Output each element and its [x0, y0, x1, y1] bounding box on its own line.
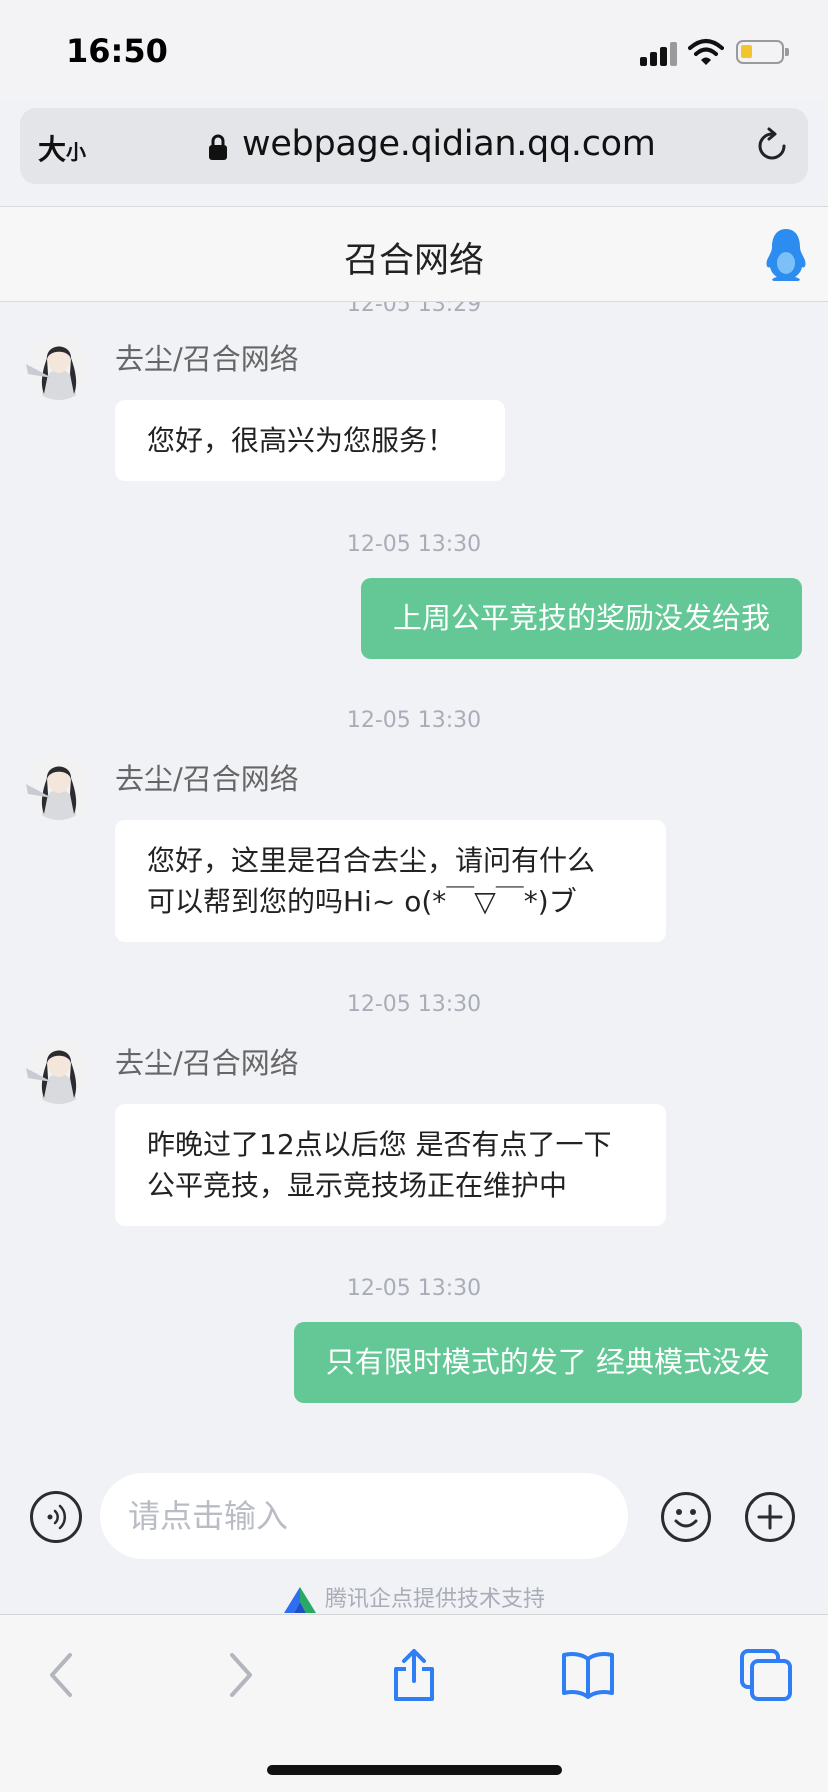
- message-bubble[interactable]: 您好，很高兴为您服务！: [115, 400, 505, 481]
- status-bar: 16:50: [0, 0, 828, 100]
- message-timestamp: 12-05 13:30: [346, 708, 482, 733]
- message-bubble[interactable]: 只有限时模式的发了 经典模式没发: [293, 1322, 802, 1403]
- wifi-icon: [688, 39, 724, 65]
- message-text: 昨晚过了12点以后您 是否有点了一下: [147, 1128, 612, 1161]
- agent-name: 去尘/召合网络: [115, 342, 299, 376]
- voice-icon: [47, 1504, 67, 1530]
- agent-avatar[interactable]: [26, 1038, 92, 1104]
- message-timestamp: 12-05 13:30: [346, 1276, 482, 1301]
- qq-penguin-icon[interactable]: [764, 227, 808, 283]
- cellular-signal-icon: [640, 40, 680, 66]
- plus-icon[interactable]: [744, 1491, 796, 1543]
- agent-avatar[interactable]: [26, 754, 92, 820]
- back-icon[interactable]: [34, 1647, 90, 1703]
- text-size-button[interactable]: 大小: [38, 128, 86, 168]
- message-bubble[interactable]: 上周公平竞技的奖励没发给我: [360, 578, 802, 659]
- tabs-icon[interactable]: [738, 1647, 794, 1703]
- message-text: 只有限时模式的发了 经典模式没发: [325, 1345, 770, 1379]
- message-input[interactable]: [100, 1473, 628, 1559]
- message-text: 公平竞技，显示竞技场正在维护中: [147, 1169, 568, 1202]
- status-time: 16:50: [66, 32, 168, 70]
- chat-header: 召合网络: [0, 206, 828, 302]
- voice-input-button[interactable]: [30, 1491, 82, 1543]
- emoji-icon[interactable]: [660, 1491, 712, 1543]
- input-area: 腾讯企点提供技术支持: [0, 1457, 828, 1614]
- agent-name: 去尘/召合网络: [115, 1046, 299, 1080]
- message-bubble[interactable]: 昨晚过了12点以后您 是否有点了一下 公平竞技，显示竞技场正在维护中: [115, 1104, 666, 1226]
- powered-by: 腾讯企点提供技术支持: [0, 1581, 828, 1614]
- battery-icon: [736, 40, 789, 64]
- address-bar[interactable]: 大小 webpage.qidian.qq.com: [20, 108, 808, 184]
- reload-icon[interactable]: [752, 126, 792, 166]
- qidian-logo-icon: [283, 1587, 316, 1613]
- home-indicator[interactable]: [267, 1765, 562, 1775]
- message-text: 您好，这里是召合去尘，请问有什么: [147, 844, 596, 877]
- lock-icon: [209, 134, 227, 160]
- message-timestamp: 12-05 13:30: [346, 992, 482, 1017]
- browser-toolbar: [0, 1614, 828, 1792]
- share-icon[interactable]: [386, 1647, 442, 1703]
- message-list[interactable]: 12-05 13:29 去尘/召合网络 您好，很高兴为您服务！ 12-05 13…: [0, 302, 828, 1457]
- bookmarks-icon[interactable]: [560, 1647, 616, 1703]
- message-timestamp: 12-05 13:29: [346, 302, 482, 317]
- agent-avatar[interactable]: [26, 334, 92, 400]
- message-text: 您好，很高兴为您服务！: [147, 424, 456, 457]
- agent-name: 去尘/召合网络: [115, 762, 299, 796]
- message-timestamp: 12-05 13:30: [346, 532, 482, 557]
- chat-title: 召合网络: [343, 241, 484, 281]
- forward-icon[interactable]: [212, 1647, 268, 1703]
- message-text: 上周公平竞技的奖励没发给我: [392, 601, 770, 635]
- url-text[interactable]: webpage.qidian.qq.com: [242, 124, 656, 164]
- message-bubble[interactable]: 您好，这里是召合去尘，请问有什么 可以帮到您的吗Hi~ o(*￣▽￣*)ブ: [115, 820, 666, 942]
- message-text: 可以帮到您的吗Hi~ o(*￣▽￣*)ブ: [147, 885, 577, 918]
